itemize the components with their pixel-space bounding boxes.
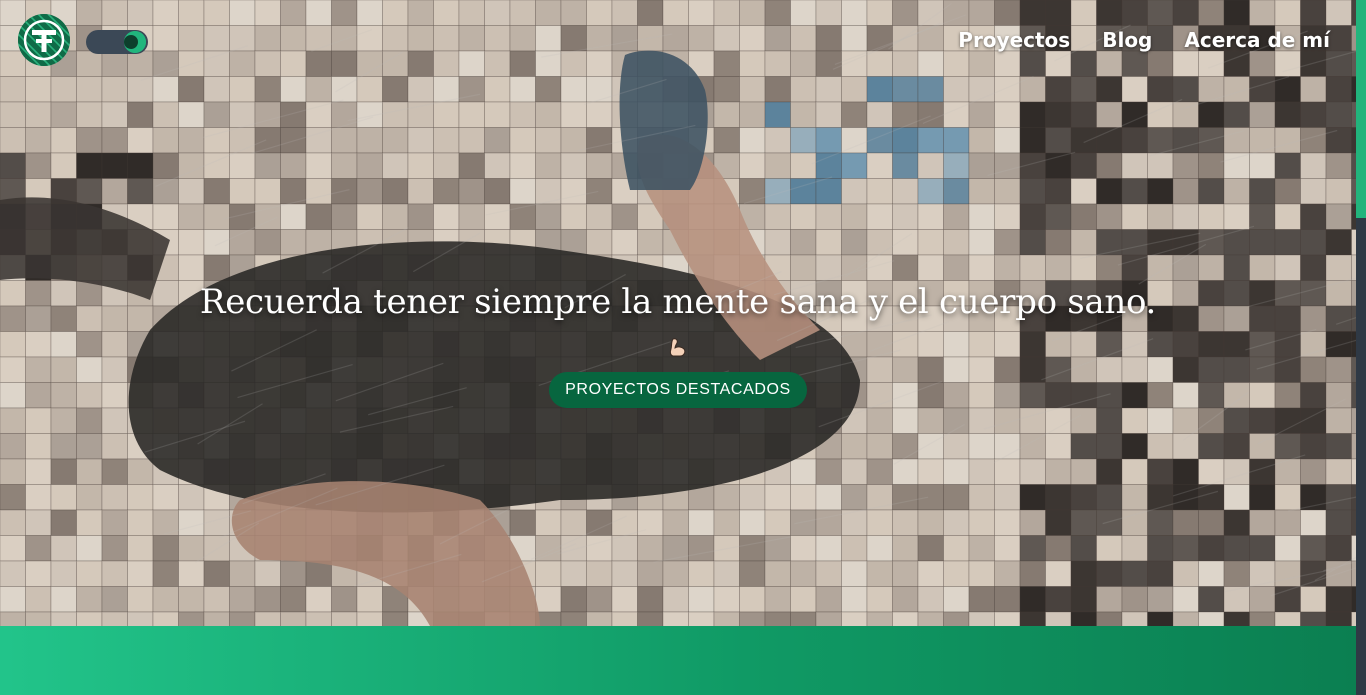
nav-link-proyectos[interactable]: Proyectos xyxy=(958,28,1070,52)
nav-link-blog[interactable]: Blog xyxy=(1102,28,1152,52)
page-scrollbar[interactable] xyxy=(1356,0,1366,695)
featured-projects-button[interactable]: PROYECTOS DESTACADOS xyxy=(549,372,807,408)
flexed-biceps-icon xyxy=(669,338,686,357)
page: Proyectos Blog Acerca de mí Recuerda ten… xyxy=(0,0,1366,695)
hero-content: Recuerda tener siempre la mente sana y e… xyxy=(0,282,1356,408)
top-navigation: Proyectos Blog Acerca de mí xyxy=(0,0,1356,86)
next-section-band xyxy=(0,626,1356,695)
hero-headline: Recuerda tener siempre la mente sana y e… xyxy=(199,282,1157,322)
theme-toggle[interactable] xyxy=(86,30,148,54)
nav-link-acerca[interactable]: Acerca de mí xyxy=(1184,28,1330,52)
logo-mark xyxy=(18,14,70,66)
hero-section: Proyectos Blog Acerca de mí Recuerda ten… xyxy=(0,0,1356,626)
scrollbar-thumb[interactable] xyxy=(1356,0,1366,218)
tf-logo-icon[interactable] xyxy=(18,14,70,66)
nav-links: Proyectos Blog Acerca de mí xyxy=(958,28,1330,52)
moon-toggle-icon xyxy=(124,31,146,53)
